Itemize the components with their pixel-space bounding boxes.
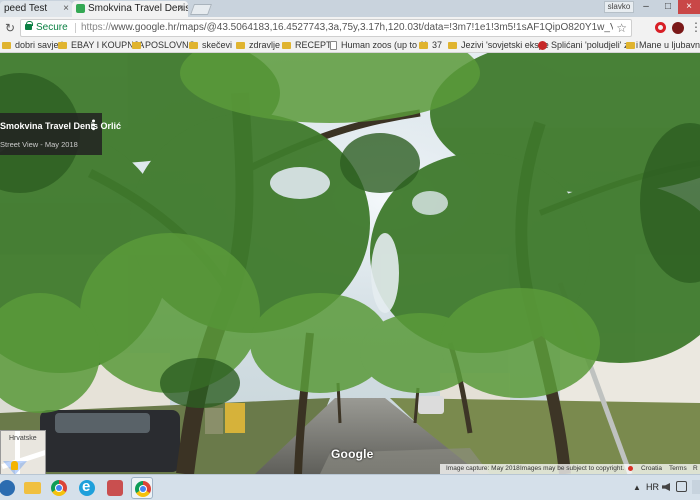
tab-strip: peed Test × Smokvina Travel Denis Orlić … [0,0,700,17]
internet-explorer-icon [79,478,95,496]
chrome-menu-icon[interactable]: ⋮ [690,20,700,34]
tab-speed-test[interactable]: peed Test × [0,1,72,17]
bookmarks-bar: dobri savjeti EBAY I KOUPNJA POSLOVNO sk… [0,39,700,53]
site-icon [626,42,635,49]
bookmark-item[interactable]: RECEPTI [282,39,334,52]
bookmark-item[interactable]: Splićani 'poludjeli' za i [538,39,638,52]
network-icon[interactable] [676,481,687,492]
site-icon [448,42,457,49]
bookmark-star-icon[interactable]: ☆ [616,20,627,36]
file-explorer-button[interactable] [21,477,43,499]
url-text[interactable]: https://www.google.hr/maps/@43.5064183,1… [81,20,613,36]
folder-icon [189,42,198,49]
image-capture-text: Image capture: May 2018 [446,465,520,472]
folder-icon [282,42,291,49]
copyright-text: Images may be subject to copyright. [520,465,625,472]
bookmark-item[interactable]: Jezivi 'sovjetski ekspe [448,39,549,52]
reload-icon[interactable]: ↻ [5,21,15,35]
street-view-panorama[interactable]: Smokvina Travel Denis Orlić Street View … [0,53,700,474]
page-icon [330,41,337,50]
bookmark-item[interactable]: skečevi [189,39,232,52]
map-street-label: Hrvatske [9,435,37,442]
capture-date: Street View - May 2018 [0,140,78,149]
bookmark-item[interactable]: Mane u ljubavnoj ve [626,39,700,52]
terms-link[interactable]: Terms [669,464,687,474]
close-window-icon[interactable]: × [678,0,700,14]
tab-close-icon[interactable]: × [178,1,184,16]
chrome-taskbar-button[interactable] [48,477,70,499]
bookmark-item[interactable]: Human zoos (up to 1! [330,39,427,52]
bookmark-item[interactable]: zdravlje [236,39,280,52]
address-bar[interactable]: Secure https://www.google.hr/maps/@43.50… [20,19,632,37]
folder-icon [236,42,245,49]
screen: peed Test × Smokvina Travel Denis Orlić … [0,0,700,500]
toolbar: ↻ Secure https://www.google.hr/maps/@43.… [0,17,700,39]
folder-icon [58,42,67,49]
tab-close-icon[interactable]: × [63,1,69,16]
report-link[interactable]: R [693,464,698,474]
url-path: www.google.hr/maps/@43.5064183,16.452774… [111,22,613,33]
profile-button[interactable]: slavko [604,1,634,13]
secure-label: Secure [36,22,68,33]
google-logo: Google [331,447,374,461]
pegman-icon[interactable] [11,461,18,470]
ublock-extension-icon[interactable] [672,22,684,34]
snipping-tool-icon [107,480,123,496]
panorama-image [0,53,700,474]
tab-smokvina-travel[interactable]: Smokvina Travel Denis Orlić × [72,1,188,17]
chrome-active-icon [135,481,151,497]
lock-icon [25,21,33,30]
more-options-icon[interactable]: ••• [87,119,99,131]
folder-icon [132,42,141,49]
bookmark-item[interactable]: dobri savjeti [2,39,63,52]
maximize-icon[interactable]: □ [658,0,678,14]
snipping-tool-button[interactable] [104,477,126,499]
bookmark-item[interactable]: POSLOVNO [132,39,196,52]
new-tab-button[interactable] [189,4,213,15]
mini-map[interactable]: Hrvatske Po [0,430,46,474]
tab-label: Smokvina Travel Denis Orlić [88,3,188,14]
chrome-icon [51,480,67,496]
ie-taskbar-button[interactable] [76,477,98,499]
language-indicator[interactable]: HR [646,482,659,492]
start-button[interactable] [0,477,18,499]
attribution-bar: Image capture: May 2018 Images may be su… [440,464,700,474]
folder-icon [2,42,11,49]
minimize-icon[interactable]: – [636,0,656,14]
folder-icon [24,482,41,494]
opera-extension-icon[interactable] [655,22,666,33]
show-hidden-icons-icon[interactable]: ▲ [633,483,641,492]
folder-icon [419,42,428,49]
taskbar: ▲ HR [0,474,700,500]
site-red-icon [538,41,547,50]
report-dot-icon [628,466,633,471]
start-icon [0,480,15,496]
chrome-active-window-button[interactable] [131,477,153,499]
place-title: Smokvina Travel Denis Orlić [0,121,122,131]
maps-favicon-icon [76,4,85,13]
show-desktop-button[interactable] [692,480,700,494]
country-link[interactable]: Croatia [641,464,662,474]
bookmark-item[interactable]: 37 [419,39,442,52]
url-divider [75,23,76,33]
place-info-card[interactable]: Smokvina Travel Denis Orlić Street View … [0,113,121,155]
url-scheme: https:// [81,22,112,33]
volume-icon[interactable] [662,483,670,491]
tab-label: peed Test [4,3,48,14]
